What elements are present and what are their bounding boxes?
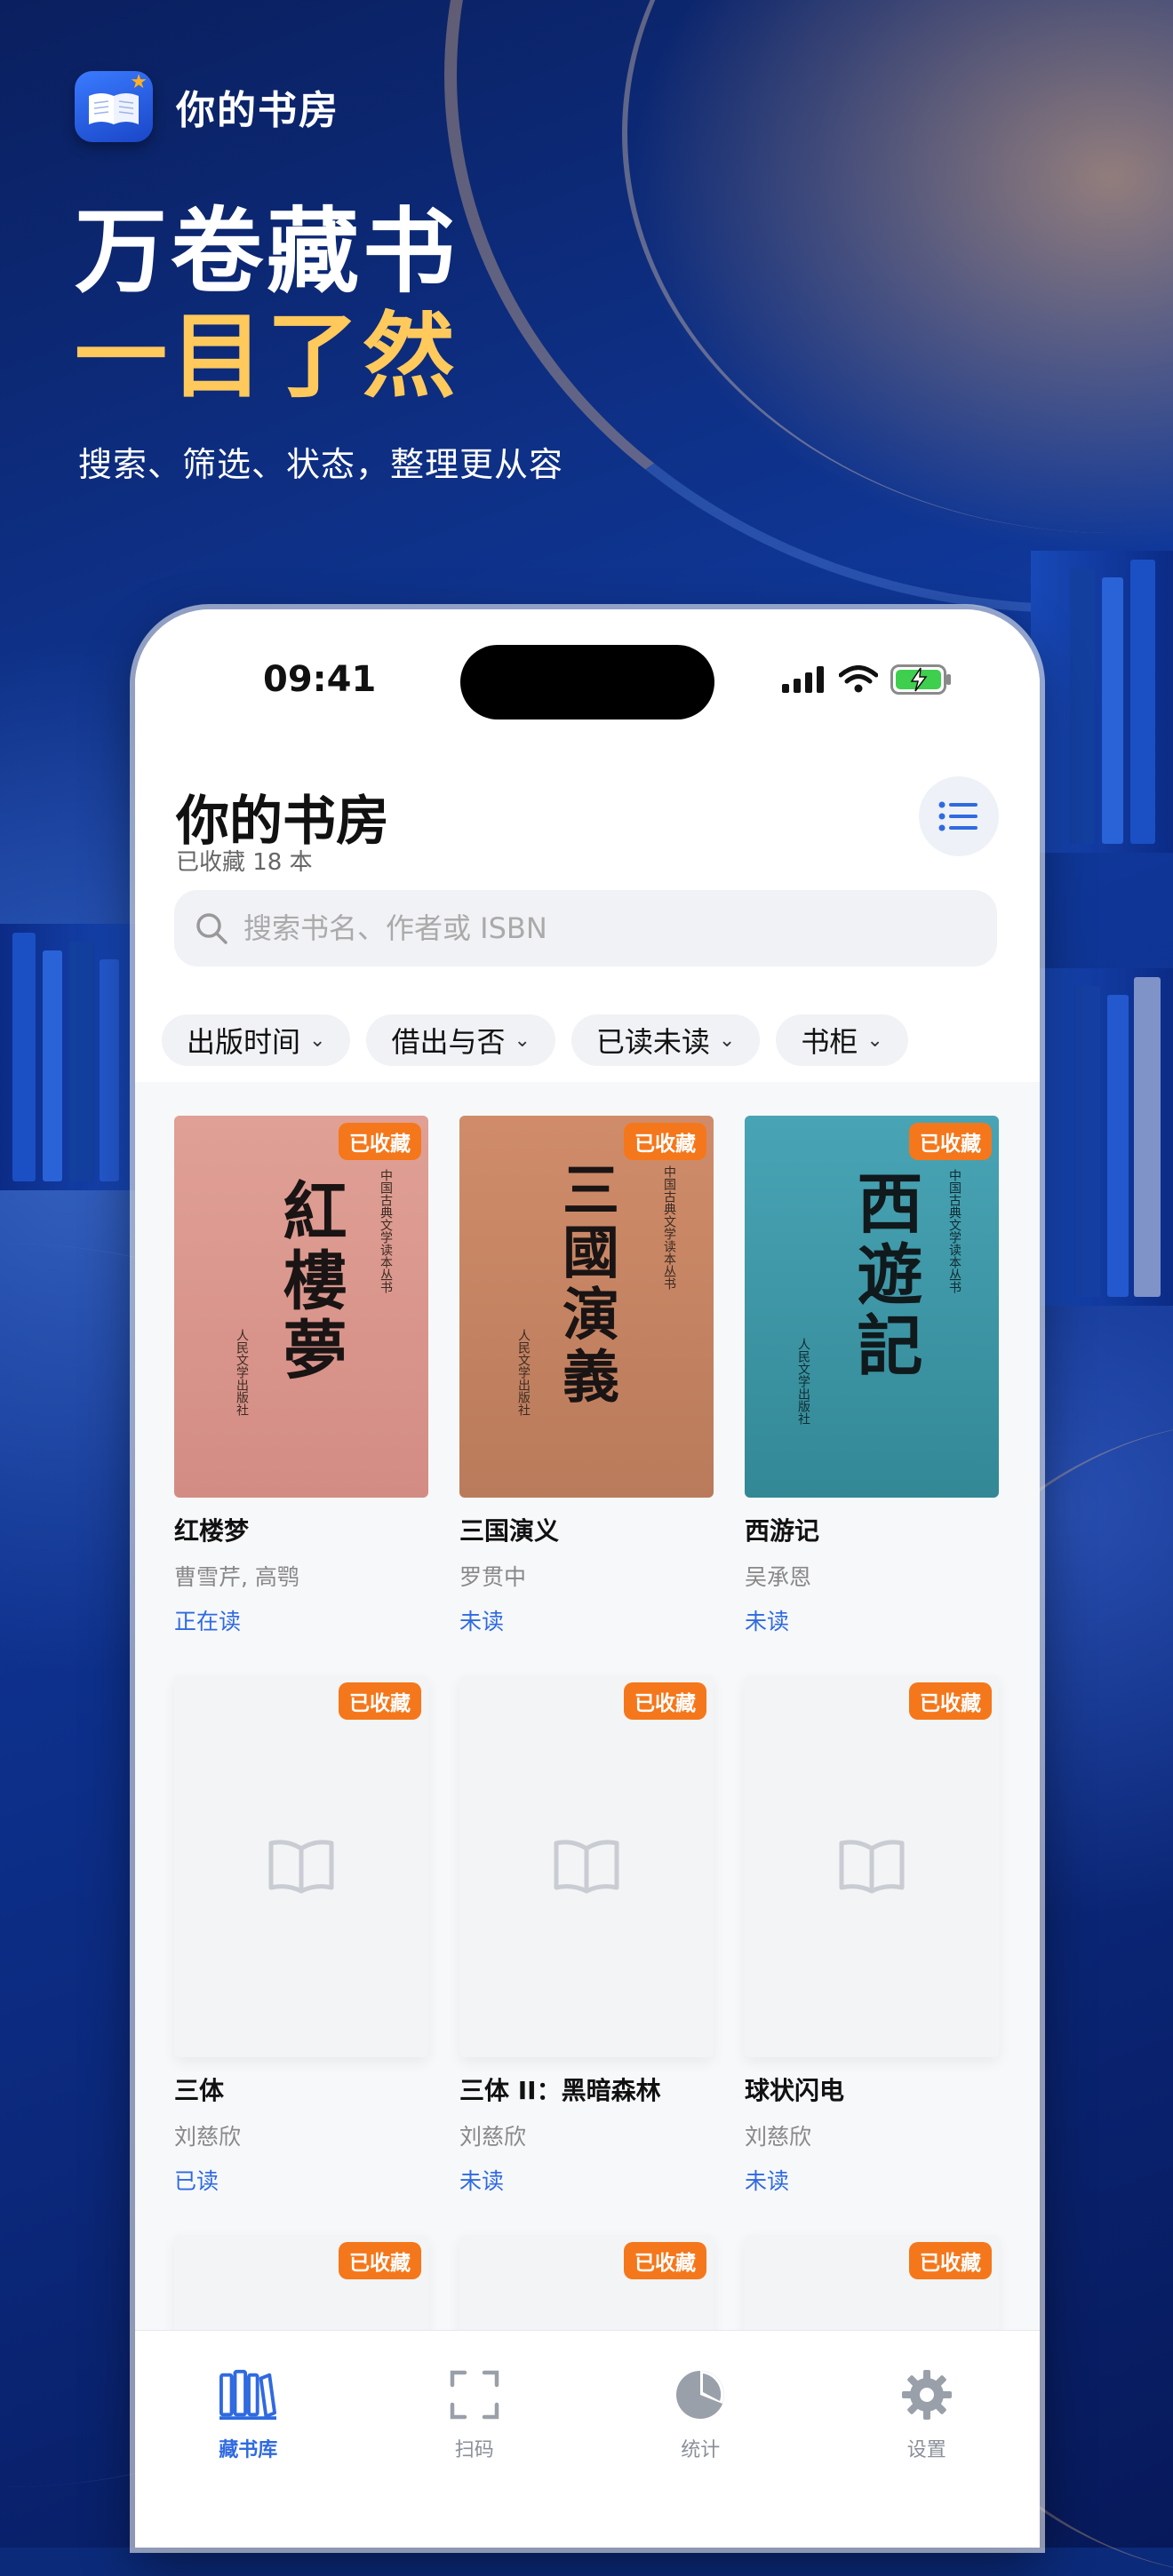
pie-chart-icon — [676, 2371, 725, 2419]
filter-label: 书柜 — [801, 1025, 858, 1059]
status-icons — [782, 664, 953, 695]
filter-label: 出版时间 — [187, 1025, 301, 1059]
view-toggle-button[interactable] — [919, 776, 999, 856]
book-cover-placeholder: 已收藏 — [174, 1675, 428, 2057]
filter-bookcase[interactable]: 书柜 ⌄ — [776, 1014, 908, 1066]
brand: ★ 你的书房 — [75, 71, 339, 142]
book-cover: 已收藏 紅樓夢 中国古典文学读本丛书 人民文学出版社 — [174, 1116, 428, 1498]
bookshelf-icon — [219, 2369, 277, 2421]
read-status: 正在读 — [174, 1609, 242, 1634]
book-cover-placeholder: 已收藏 — [745, 1675, 999, 2057]
scan-icon — [450, 2370, 499, 2420]
tab-label: 扫码 — [454, 2439, 494, 2461]
collected-badge: 已收藏 — [624, 1682, 706, 1720]
hero-headline-line2: 一目了然 — [75, 302, 459, 410]
book-card[interactable]: 已收藏 三体 II：黑暗森林 刘慈欣 未读 — [459, 1675, 714, 2196]
tab-bar: 藏书库 扫码 统计 设置 — [135, 2330, 1040, 2548]
collected-badge: 已收藏 — [909, 1123, 992, 1160]
book-title: 西游记 — [745, 1516, 820, 1546]
list-icon — [938, 801, 978, 831]
hero-headline-line1: 万卷藏书 — [75, 197, 459, 306]
open-book-icon — [839, 1840, 905, 1894]
filter-publish-date[interactable]: 出版时间 ⌄ — [162, 1014, 351, 1066]
book-card[interactable]: 已收藏 西遊記 中国古典文学读本丛书 人民文学出版社 西游记 吴承恩 未读 — [745, 1116, 999, 1636]
collected-badge: 已收藏 — [909, 2242, 992, 2279]
book-card[interactable]: 已收藏 紅樓夢 中国古典文学读本丛书 人民文学出版社 红楼梦 曹雪芹, 高鹗 正… — [174, 1116, 428, 1636]
chevron-down-icon: ⌄ — [309, 1029, 326, 1052]
book-author: 刘慈欣 — [174, 2124, 242, 2150]
cover-series: 中国古典文学读本丛书 — [947, 1169, 962, 1293]
phone-frame: 09:41 你的书房 已收藏 18 本 搜索书名、作者或 ISBN 出版时间 ⌄… — [135, 609, 1040, 2548]
cover-title: 西遊記 — [846, 1169, 922, 1382]
dynamic-island — [460, 645, 714, 720]
brand-name: 你的书房 — [176, 88, 339, 133]
cellular-signal-icon — [782, 666, 824, 693]
collected-badge: 已收藏 — [339, 2242, 421, 2279]
book-author: 刘慈欣 — [745, 2124, 812, 2150]
book-cover: 已收藏 三國演義 中国古典文学读本丛书 人民文学出版社 — [459, 1116, 714, 1498]
read-status: 未读 — [459, 2168, 505, 2194]
tab-scan[interactable]: 扫码 — [362, 2331, 588, 2548]
collected-badge: 已收藏 — [624, 1123, 706, 1160]
book-title: 三体 — [174, 2076, 225, 2105]
read-status: 未读 — [745, 2168, 790, 2194]
app-logo-icon: ★ — [75, 71, 153, 142]
battery-charging-icon — [890, 664, 951, 695]
book-card[interactable]: 已收藏 球状闪电 刘慈欣 未读 — [745, 1675, 999, 2196]
book-card[interactable]: 已收藏 三体 刘慈欣 已读 — [174, 1675, 428, 2196]
filter-label: 借出与否 — [391, 1025, 506, 1059]
status-time: 09:41 — [263, 659, 377, 700]
book-author: 吴承恩 — [745, 1564, 812, 1590]
read-status: 已读 — [174, 2168, 219, 2194]
read-status: 未读 — [745, 1609, 790, 1634]
book-author: 曹雪芹, 高鹗 — [174, 1564, 299, 1590]
tab-library[interactable]: 藏书库 — [135, 2331, 362, 2548]
collection-count: 已收藏 18 本 — [176, 849, 313, 876]
collected-badge: 已收藏 — [339, 1123, 421, 1160]
filter-chips: 出版时间 ⌄ 借出与否 ⌄ 已读未读 ⌄ 书柜 ⌄ — [162, 1014, 908, 1066]
cover-series: 中国古典文学读本丛书 — [662, 1165, 676, 1290]
cover-publisher: 人民文学出版社 — [796, 1338, 810, 1425]
cover-title: 紅樓夢 — [272, 1178, 347, 1386]
wifi-icon — [839, 665, 878, 693]
collected-badge: 已收藏 — [339, 1682, 421, 1720]
book-title: 三体 II：黑暗森林 — [459, 2076, 661, 2105]
hero-subtitle: 搜索、筛选、状态，整理更从容 — [78, 445, 564, 484]
tab-label: 藏书库 — [219, 2439, 278, 2461]
cover-publisher: 人民文学出版社 — [235, 1329, 249, 1416]
filter-label: 已读未读 — [595, 1025, 710, 1059]
book-author: 罗贯中 — [459, 1564, 527, 1590]
tab-settings[interactable]: 设置 — [814, 2331, 1041, 2548]
tab-stats[interactable]: 统计 — [587, 2331, 814, 2548]
gear-icon — [901, 2370, 952, 2420]
chevron-down-icon: ⌄ — [866, 1029, 883, 1052]
filter-lent-status[interactable]: 借出与否 ⌄ — [366, 1014, 555, 1066]
tab-label: 统计 — [681, 2439, 721, 2461]
open-book-icon — [554, 1840, 619, 1894]
collected-badge: 已收藏 — [624, 2242, 706, 2279]
cover-series: 中国古典文学读本丛书 — [379, 1169, 393, 1293]
search-bar[interactable] — [174, 890, 997, 966]
search-input[interactable] — [242, 910, 974, 946]
cover-title: 三國演義 — [553, 1160, 619, 1409]
tab-label: 设置 — [906, 2439, 946, 2461]
read-status: 未读 — [459, 1609, 505, 1634]
book-title: 三国演义 — [459, 1516, 560, 1546]
book-cover: 已收藏 西遊記 中国古典文学读本丛书 人民文学出版社 — [745, 1116, 999, 1498]
chevron-down-icon: ⌄ — [514, 1029, 531, 1052]
book-card[interactable]: 已收藏 三國演義 中国古典文学读本丛书 人民文学出版社 三国演义 罗贯中 未读 — [459, 1116, 714, 1636]
book-title: 球状闪电 — [745, 2076, 845, 2105]
cover-publisher: 人民文学出版社 — [516, 1329, 531, 1416]
open-book-icon — [268, 1840, 334, 1894]
filter-read-status[interactable]: 已读未读 ⌄ — [571, 1014, 761, 1066]
book-author: 刘慈欣 — [459, 2124, 527, 2150]
chevron-down-icon: ⌄ — [718, 1029, 736, 1052]
book-cover-placeholder: 已收藏 — [459, 1675, 714, 2057]
book-title: 红楼梦 — [174, 1516, 250, 1546]
collected-badge: 已收藏 — [909, 1682, 992, 1720]
search-icon — [196, 913, 227, 944]
